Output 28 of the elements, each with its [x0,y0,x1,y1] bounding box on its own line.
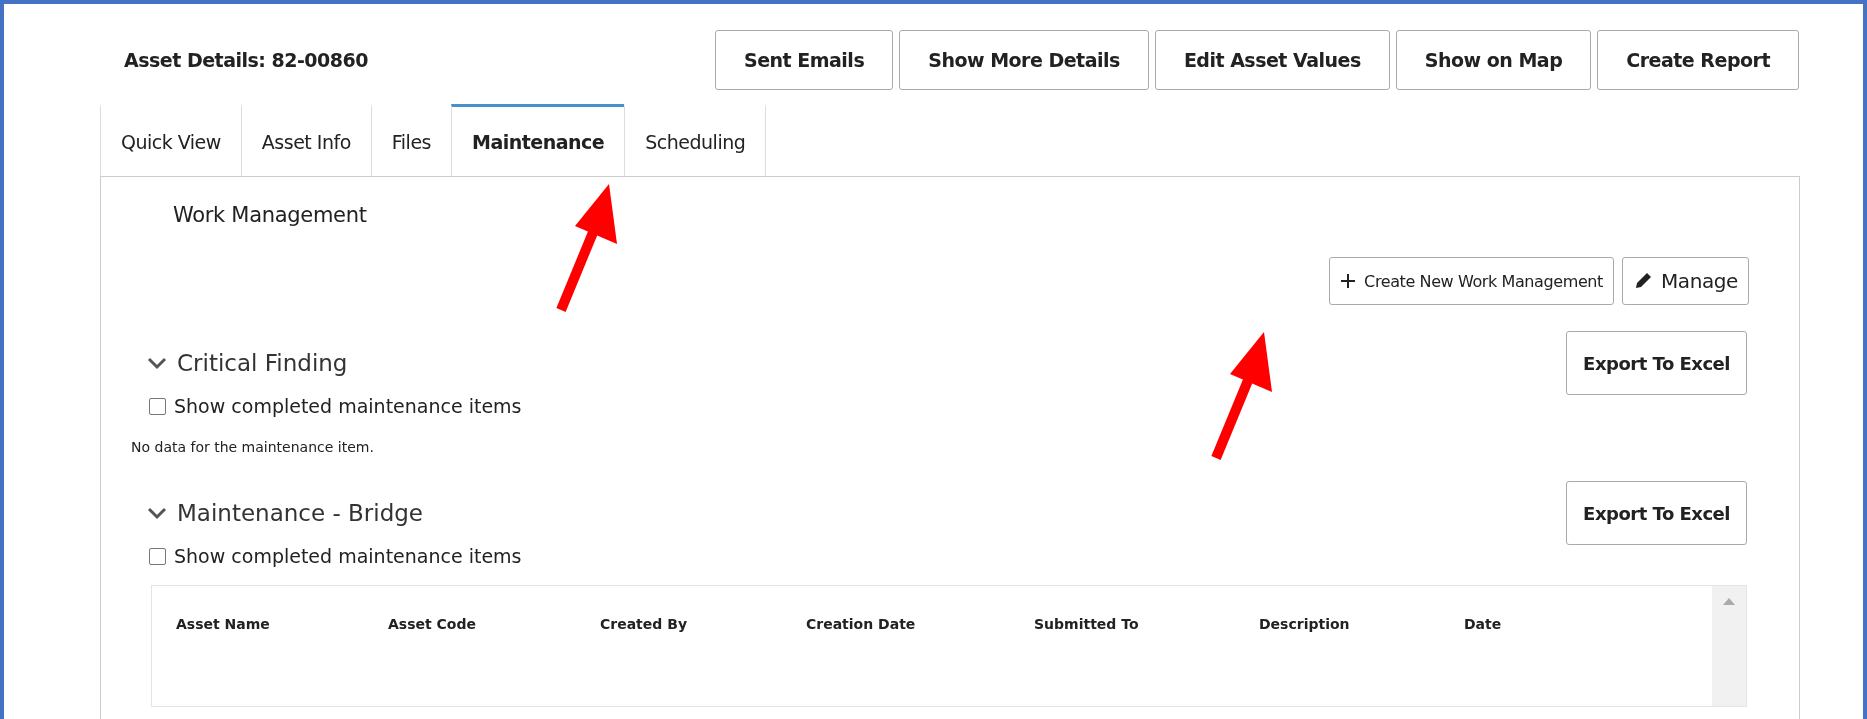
export-button[interactable]: Export To Excel [1566,481,1747,545]
tab[interactable]: Scheduling [624,104,767,176]
section-heading: Work Management [173,203,368,227]
section-toggle[interactable]: Critical Finding [131,350,348,376]
header-button[interactable]: Sent Emails [714,30,894,90]
column-header: Asset Name [176,616,271,632]
column-header: Date [1464,616,1502,632]
manage-button[interactable]: Manage [1621,257,1749,305]
header-button[interactable]: Edit Asset Values [1154,30,1390,90]
column-header: Submitted To [1034,616,1140,632]
column-header: Description [1259,616,1351,632]
export-button[interactable]: Export To Excel [1566,331,1747,395]
asset-title: Asset Details: 82-00860 [124,49,368,71]
checkbox[interactable] [149,397,166,415]
section-toggle[interactable]: Maintenance - Bridge [131,500,423,526]
header-button[interactable]: Show More Details [899,30,1149,90]
column-header: Creation Date [806,616,917,632]
checkbox[interactable] [149,547,166,565]
scrollbar[interactable] [1712,586,1746,706]
header-button[interactable]: Show on Map [1395,30,1592,90]
checkbox-label: Show completed maintenance items [174,395,522,417]
plus-icon [1340,273,1357,289]
checkbox-label: Show completed maintenance items [174,545,522,567]
create-button[interactable]: Create New Work Management [1329,257,1614,305]
header-button[interactable]: Create Report [1597,30,1799,90]
empty-message: No data for the maintenance item. [131,439,375,455]
column-header: Asset Code [388,616,477,632]
column-header: Created By [600,616,688,632]
